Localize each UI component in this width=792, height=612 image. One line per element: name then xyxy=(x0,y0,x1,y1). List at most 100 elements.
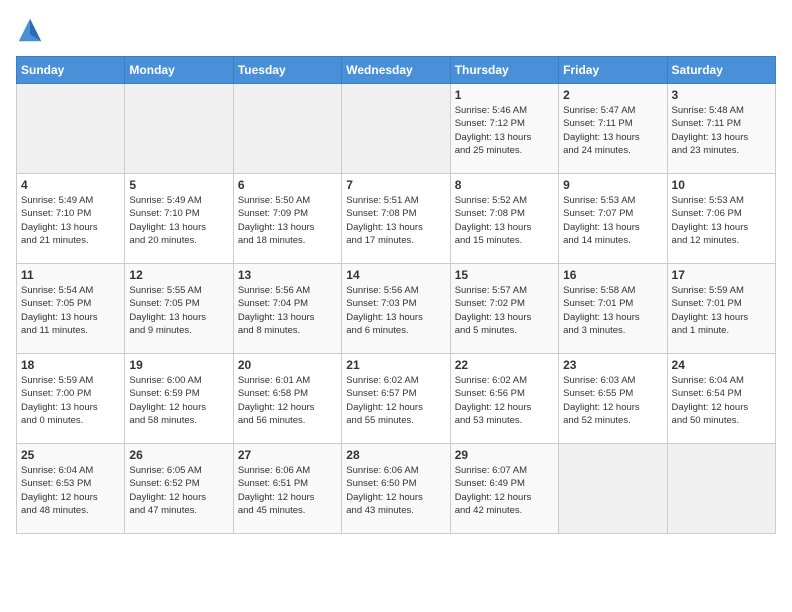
calendar-week-row: 4 Sunrise: 5:49 AM Sunset: 7:10 PM Daylig… xyxy=(17,174,776,264)
day-number: 28 xyxy=(346,448,445,462)
day-number: 8 xyxy=(455,178,554,192)
weekday-header-row: SundayMondayTuesdayWednesdayThursdayFrid… xyxy=(17,57,776,84)
calendar-cell xyxy=(667,444,775,534)
calendar-cell: 13 Sunrise: 5:56 AM Sunset: 7:04 PM Dayli… xyxy=(233,264,341,354)
calendar-cell: 8 Sunrise: 5:52 AM Sunset: 7:08 PM Daylig… xyxy=(450,174,558,264)
day-info: Sunrise: 5:48 AM Sunset: 7:11 PM Dayligh… xyxy=(672,104,771,157)
day-number: 24 xyxy=(672,358,771,372)
day-info: Sunrise: 5:59 AM Sunset: 7:01 PM Dayligh… xyxy=(672,284,771,337)
calendar-week-row: 1 Sunrise: 5:46 AM Sunset: 7:12 PM Daylig… xyxy=(17,84,776,174)
day-info: Sunrise: 5:53 AM Sunset: 7:07 PM Dayligh… xyxy=(563,194,662,247)
calendar-cell: 14 Sunrise: 5:56 AM Sunset: 7:03 PM Dayli… xyxy=(342,264,450,354)
calendar-week-row: 18 Sunrise: 5:59 AM Sunset: 7:00 PM Dayli… xyxy=(17,354,776,444)
calendar-cell: 16Sunrise: 5:58 AM Sunset: 7:01 PM Dayli… xyxy=(559,264,667,354)
calendar-cell: 1 Sunrise: 5:46 AM Sunset: 7:12 PM Daylig… xyxy=(450,84,558,174)
day-number: 16 xyxy=(563,268,662,282)
calendar-cell: 17 Sunrise: 5:59 AM Sunset: 7:01 PM Dayli… xyxy=(667,264,775,354)
day-number: 23 xyxy=(563,358,662,372)
day-info: Sunrise: 5:55 AM Sunset: 7:05 PM Dayligh… xyxy=(129,284,228,337)
day-info: Sunrise: 5:54 AM Sunset: 7:05 PM Dayligh… xyxy=(21,284,120,337)
day-info: Sunrise: 6:04 AM Sunset: 6:54 PM Dayligh… xyxy=(672,374,771,427)
day-number: 22 xyxy=(455,358,554,372)
day-number: 13 xyxy=(238,268,337,282)
logo xyxy=(16,16,48,44)
calendar-week-row: 11 Sunrise: 5:54 AM Sunset: 7:05 PM Dayli… xyxy=(17,264,776,354)
calendar-cell xyxy=(17,84,125,174)
day-info: Sunrise: 6:06 AM Sunset: 6:51 PM Dayligh… xyxy=(238,464,337,517)
weekday-header: Wednesday xyxy=(342,57,450,84)
day-info: Sunrise: 5:50 AM Sunset: 7:09 PM Dayligh… xyxy=(238,194,337,247)
day-info: Sunrise: 6:03 AM Sunset: 6:55 PM Dayligh… xyxy=(563,374,662,427)
weekday-header: Saturday xyxy=(667,57,775,84)
day-number: 15 xyxy=(455,268,554,282)
calendar-cell: 19 Sunrise: 6:00 AM Sunset: 6:59 PM Dayli… xyxy=(125,354,233,444)
day-info: Sunrise: 5:52 AM Sunset: 7:08 PM Dayligh… xyxy=(455,194,554,247)
day-number: 6 xyxy=(238,178,337,192)
day-number: 27 xyxy=(238,448,337,462)
day-info: Sunrise: 5:56 AM Sunset: 7:04 PM Dayligh… xyxy=(238,284,337,337)
calendar-cell: 27 Sunrise: 6:06 AM Sunset: 6:51 PM Dayli… xyxy=(233,444,341,534)
day-info: Sunrise: 5:49 AM Sunset: 7:10 PM Dayligh… xyxy=(21,194,120,247)
day-number: 3 xyxy=(672,88,771,102)
day-info: Sunrise: 6:01 AM Sunset: 6:58 PM Dayligh… xyxy=(238,374,337,427)
day-number: 20 xyxy=(238,358,337,372)
calendar-cell: 12 Sunrise: 5:55 AM Sunset: 7:05 PM Dayli… xyxy=(125,264,233,354)
calendar-cell: 25 Sunrise: 6:04 AM Sunset: 6:53 PM Dayli… xyxy=(17,444,125,534)
logo-icon xyxy=(16,16,44,44)
calendar-cell: 28 Sunrise: 6:06 AM Sunset: 6:50 PM Dayli… xyxy=(342,444,450,534)
day-number: 4 xyxy=(21,178,120,192)
calendar-cell: 9 Sunrise: 5:53 AM Sunset: 7:07 PM Daylig… xyxy=(559,174,667,264)
calendar-cell xyxy=(342,84,450,174)
day-info: Sunrise: 6:00 AM Sunset: 6:59 PM Dayligh… xyxy=(129,374,228,427)
day-number: 14 xyxy=(346,268,445,282)
calendar-cell: 23 Sunrise: 6:03 AM Sunset: 6:55 PM Dayli… xyxy=(559,354,667,444)
calendar-table: SundayMondayTuesdayWednesdayThursdayFrid… xyxy=(16,56,776,534)
day-number: 2 xyxy=(563,88,662,102)
day-number: 10 xyxy=(672,178,771,192)
calendar-cell: 3 Sunrise: 5:48 AM Sunset: 7:11 PM Daylig… xyxy=(667,84,775,174)
calendar-cell: 24 Sunrise: 6:04 AM Sunset: 6:54 PM Dayli… xyxy=(667,354,775,444)
day-number: 1 xyxy=(455,88,554,102)
calendar-cell: 26Sunrise: 6:05 AM Sunset: 6:52 PM Dayli… xyxy=(125,444,233,534)
calendar-cell: 5Sunrise: 5:49 AM Sunset: 7:10 PM Daylig… xyxy=(125,174,233,264)
calendar-cell: 21 Sunrise: 6:02 AM Sunset: 6:57 PM Dayli… xyxy=(342,354,450,444)
calendar-cell: 29Sunrise: 6:07 AM Sunset: 6:49 PM Dayli… xyxy=(450,444,558,534)
day-info: Sunrise: 6:05 AM Sunset: 6:52 PM Dayligh… xyxy=(129,464,228,517)
weekday-header: Sunday xyxy=(17,57,125,84)
calendar-cell: 7Sunrise: 5:51 AM Sunset: 7:08 PM Daylig… xyxy=(342,174,450,264)
day-number: 18 xyxy=(21,358,120,372)
calendar-cell xyxy=(559,444,667,534)
calendar-cell xyxy=(233,84,341,174)
day-info: Sunrise: 6:02 AM Sunset: 6:56 PM Dayligh… xyxy=(455,374,554,427)
day-number: 17 xyxy=(672,268,771,282)
day-number: 25 xyxy=(21,448,120,462)
calendar-cell xyxy=(125,84,233,174)
day-number: 9 xyxy=(563,178,662,192)
calendar-cell: 15Sunrise: 5:57 AM Sunset: 7:02 PM Dayli… xyxy=(450,264,558,354)
calendar-cell: 10 Sunrise: 5:53 AM Sunset: 7:06 PM Dayli… xyxy=(667,174,775,264)
day-info: Sunrise: 5:53 AM Sunset: 7:06 PM Dayligh… xyxy=(672,194,771,247)
weekday-header: Tuesday xyxy=(233,57,341,84)
day-number: 12 xyxy=(129,268,228,282)
day-number: 5 xyxy=(129,178,228,192)
day-number: 19 xyxy=(129,358,228,372)
weekday-header: Thursday xyxy=(450,57,558,84)
calendar-cell: 11 Sunrise: 5:54 AM Sunset: 7:05 PM Dayli… xyxy=(17,264,125,354)
day-info: Sunrise: 5:56 AM Sunset: 7:03 PM Dayligh… xyxy=(346,284,445,337)
day-info: Sunrise: 6:02 AM Sunset: 6:57 PM Dayligh… xyxy=(346,374,445,427)
day-info: Sunrise: 5:51 AM Sunset: 7:08 PM Dayligh… xyxy=(346,194,445,247)
day-number: 11 xyxy=(21,268,120,282)
day-info: Sunrise: 6:04 AM Sunset: 6:53 PM Dayligh… xyxy=(21,464,120,517)
day-number: 21 xyxy=(346,358,445,372)
calendar-cell: 20 Sunrise: 6:01 AM Sunset: 6:58 PM Dayli… xyxy=(233,354,341,444)
calendar-cell: 6 Sunrise: 5:50 AM Sunset: 7:09 PM Daylig… xyxy=(233,174,341,264)
calendar-cell: 2 Sunrise: 5:47 AM Sunset: 7:11 PM Daylig… xyxy=(559,84,667,174)
calendar-cell: 4 Sunrise: 5:49 AM Sunset: 7:10 PM Daylig… xyxy=(17,174,125,264)
day-number: 29 xyxy=(455,448,554,462)
day-info: Sunrise: 5:47 AM Sunset: 7:11 PM Dayligh… xyxy=(563,104,662,157)
day-info: Sunrise: 6:06 AM Sunset: 6:50 PM Dayligh… xyxy=(346,464,445,517)
day-info: Sunrise: 5:46 AM Sunset: 7:12 PM Dayligh… xyxy=(455,104,554,157)
weekday-header: Monday xyxy=(125,57,233,84)
weekday-header: Friday xyxy=(559,57,667,84)
day-info: Sunrise: 5:59 AM Sunset: 7:00 PM Dayligh… xyxy=(21,374,120,427)
